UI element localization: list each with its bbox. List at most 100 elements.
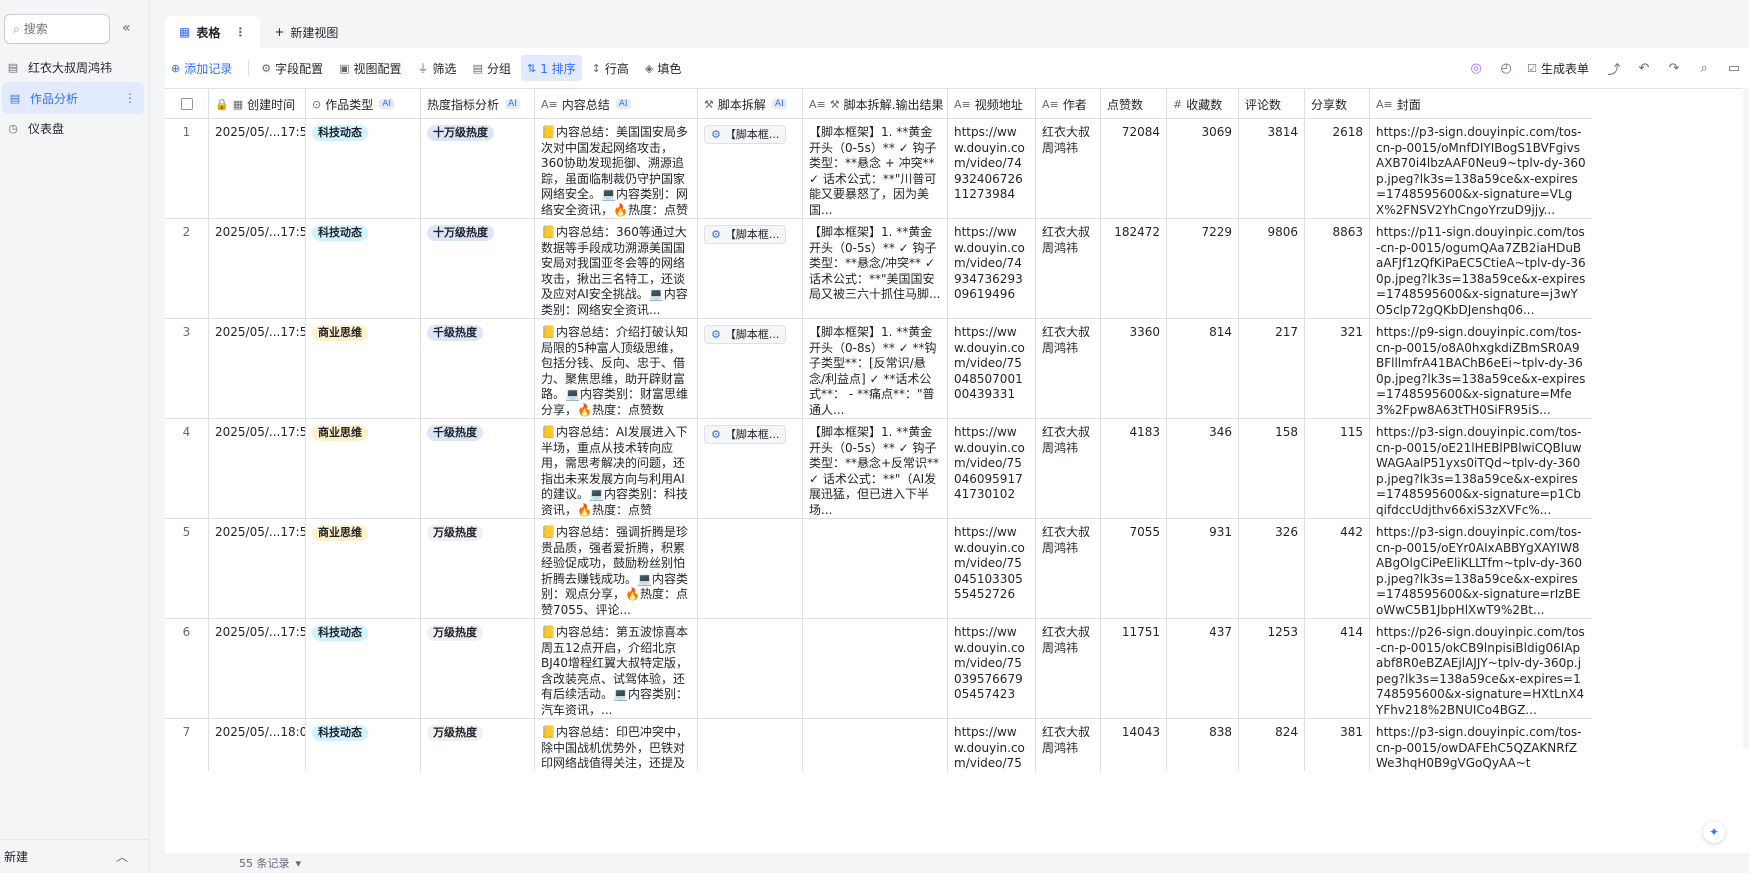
cell-summary[interactable]: 📒内容总结：强调折腾是珍贵品质，强者爱折腾，积累经验促成功，鼓励粉丝别怕折腾去赚…: [535, 519, 698, 619]
chevron-down-icon[interactable]: ▾: [296, 857, 302, 870]
column-fav[interactable]: # 收藏数: [1167, 89, 1239, 119]
cell-cover[interactable]: https://p3-sign.douyinpic.com/tos-cn-p-0…: [1370, 419, 1592, 519]
cell-cover[interactable]: https://p9-sign.douyinpic.com/tos-cn-p-0…: [1370, 319, 1592, 419]
cell-type[interactable]: 科技动态: [306, 219, 421, 319]
cell-url[interactable]: https://www.douyin.com/video/75039576679…: [948, 619, 1036, 719]
cell-script[interactable]: ⚙ 【脚本框...: [698, 319, 803, 419]
row-index[interactable]: 6: [165, 619, 209, 719]
cell-shares[interactable]: 115: [1305, 419, 1370, 519]
select-all-checkbox[interactable]: [165, 89, 209, 119]
cell-summary[interactable]: 📒内容总结：美国国安局多次对中国发起网络攻击，360协助发现扼御、溯源追踪，虽面…: [535, 119, 698, 219]
cell-script[interactable]: ⚙ 【脚本框...: [698, 119, 803, 219]
cell-author[interactable]: 红衣大叔周鸿祎: [1036, 319, 1101, 419]
cell-script-output[interactable]: 【脚本框架】1. **黄金开头（0-5s）** ✓ 钩子类型：**悬念 + 冲突…: [803, 119, 948, 219]
sidebar-item-honghy[interactable]: ▤ 红衣大叔周鸿祎: [0, 51, 142, 83]
cell-created[interactable]: 2025/05/...18:00: [209, 719, 306, 771]
field-config-button[interactable]: ⚙ 字段配置: [255, 55, 329, 81]
row-index[interactable]: 5: [165, 519, 209, 619]
column-heat[interactable]: 热度指标分析 AI: [421, 89, 535, 119]
cell-cover[interactable]: https://p3-sign.douyinpic.com/tos-cn-p-0…: [1370, 519, 1592, 619]
cell-author[interactable]: 红衣大叔周鸿祎: [1036, 119, 1101, 219]
row-height-button[interactable]: ↕ 行高: [586, 55, 635, 81]
script-chip[interactable]: ⚙ 【脚本框...: [704, 325, 787, 344]
cell-created[interactable]: 2025/05/...17:58: [209, 219, 306, 319]
cell-type[interactable]: 科技动态: [306, 119, 421, 219]
table-row[interactable]: 5 2025/05/...17:59 商业思维 万级热度 📒内容总结：强调折腾是珍贵品质…: [165, 519, 1592, 619]
cell-fav[interactable]: 814: [1167, 319, 1239, 419]
sort-button[interactable]: ⇅ 1 排序: [520, 55, 582, 81]
cell-author[interactable]: 红衣大叔周鸿祎: [1036, 519, 1101, 619]
cell-heat[interactable]: 十万级热度: [421, 219, 535, 319]
cell-url[interactable]: https://www.douyin.com/video/75038970: [948, 719, 1036, 771]
script-chip[interactable]: ⚙ 【脚本框...: [704, 425, 787, 444]
search-box[interactable]: ⌕: [4, 14, 110, 44]
sidebar-item-works-analysis[interactable]: ▤ 作品分析 ⋮: [2, 82, 144, 114]
group-button[interactable]: ▤ 分组: [467, 55, 517, 81]
find-icon[interactable]: ⌕: [1689, 61, 1719, 76]
cell-cover[interactable]: https://p3-sign.douyinpic.com/tos-cn-p-0…: [1370, 119, 1592, 219]
cell-shares[interactable]: 442: [1305, 519, 1370, 619]
cell-fav[interactable]: 346: [1167, 419, 1239, 519]
cell-heat[interactable]: 千级热度: [421, 319, 535, 419]
cell-cover[interactable]: https://p3-sign.douyinpic.com/tos-cn-p-0…: [1370, 719, 1592, 771]
cell-author[interactable]: 红衣大叔周鸿祎: [1036, 719, 1101, 771]
filter-button[interactable]: ⏚ 筛选: [412, 55, 463, 81]
cell-comments[interactable]: 824: [1239, 719, 1305, 771]
new-button[interactable]: 新建 ︿: [0, 839, 150, 873]
cell-summary[interactable]: 📒内容总结：360等通过大数据等手段成功溯源美国国安局对我国亚冬会等的网络攻击，…: [535, 219, 698, 319]
cell-likes[interactable]: 7055: [1101, 519, 1167, 619]
cell-comments[interactable]: 1253: [1239, 619, 1305, 719]
cell-cover[interactable]: https://p11-sign.douyinpic.com/tos-cn-p-…: [1370, 219, 1592, 319]
row-index[interactable]: 4: [165, 419, 209, 519]
cell-shares[interactable]: 8863: [1305, 219, 1370, 319]
cell-shares[interactable]: 414: [1305, 619, 1370, 719]
table-row[interactable]: 6 2025/05/...17:59 科技动态 万级热度 📒内容总结：第五波惊喜本周五1…: [165, 619, 1592, 719]
view-config-button[interactable]: ▣ 视图配置: [333, 55, 407, 81]
cell-url[interactable]: https://www.douyin.com/video/75048507001…: [948, 319, 1036, 419]
cell-created[interactable]: 2025/05/...17:58: [209, 119, 306, 219]
column-likes[interactable]: 点赞数: [1101, 89, 1167, 119]
cell-author[interactable]: 红衣大叔周鸿祎: [1036, 219, 1101, 319]
cell-script-output[interactable]: 【脚本框架】1. **黄金开头（0-8s）** ✓ **钩子类型**：[反常识/…: [803, 319, 948, 419]
cell-likes[interactable]: 182472: [1101, 219, 1167, 319]
column-url[interactable]: A≡ 视频地址: [948, 89, 1036, 119]
cell-url[interactable]: https://www.douyin.com/video/74932406726…: [948, 119, 1036, 219]
vertical-scrollbar[interactable]: [1743, 88, 1749, 748]
cell-created[interactable]: 2025/05/...17:59: [209, 519, 306, 619]
cell-likes[interactable]: 4183: [1101, 419, 1167, 519]
table-row[interactable]: 7 2025/05/...18:00 科技动态 万级热度 📒内容总结：印巴冲突中，除中国…: [165, 719, 1592, 771]
cell-script-output[interactable]: [803, 719, 948, 771]
cell-created[interactable]: 2025/05/...17:59: [209, 619, 306, 719]
cell-url[interactable]: https://www.douyin.com/video/75046095917…: [948, 419, 1036, 519]
new-view-button[interactable]: + 新建视图: [260, 16, 352, 48]
cell-heat[interactable]: 万级热度: [421, 519, 535, 619]
undo-icon[interactable]: ↶: [1629, 61, 1659, 76]
table-row[interactable]: 1 2025/05/...17:58 科技动态 十万级热度 📒内容总结：美国国安局多次对…: [165, 119, 1592, 219]
cell-type[interactable]: 科技动态: [306, 719, 421, 771]
cell-heat[interactable]: 万级热度: [421, 619, 535, 719]
share-icon[interactable]: ⤴: [1599, 59, 1629, 78]
table-row[interactable]: 4 2025/05/...17:59 商业思维 千级热度 📒内容总结：AI发展进入下半场…: [165, 419, 1592, 519]
cell-author[interactable]: 红衣大叔周鸿祎: [1036, 619, 1101, 719]
sidebar-item-dashboard[interactable]: ◷ 仪表盘: [0, 112, 142, 144]
ai-assistant-icon[interactable]: ◎: [1461, 61, 1491, 76]
cell-fav[interactable]: 7229: [1167, 219, 1239, 319]
column-comments[interactable]: 评论数: [1239, 89, 1305, 119]
cell-comments[interactable]: 326: [1239, 519, 1305, 619]
collapse-sidebar-icon[interactable]: «: [122, 20, 131, 36]
cell-fav[interactable]: 437: [1167, 619, 1239, 719]
cell-comments[interactable]: 3814: [1239, 119, 1305, 219]
ai-sparkle-icon[interactable]: ✦: [1703, 821, 1725, 843]
table-row[interactable]: 3 2025/05/...17:59 商业思维 千级热度 📒内容总结：介绍打破认知局限的…: [165, 319, 1592, 419]
generate-form-button[interactable]: ☑ 生成表单: [1521, 55, 1595, 81]
table-row[interactable]: 2 2025/05/...17:58 科技动态 十万级热度 📒内容总结：360等通过大数…: [165, 219, 1592, 319]
column-summary[interactable]: A≡ 内容总结 AI: [535, 89, 698, 119]
row-index[interactable]: 1: [165, 119, 209, 219]
search-input[interactable]: [23, 22, 94, 36]
script-chip[interactable]: ⚙ 【脚本框...: [704, 225, 787, 244]
cell-heat[interactable]: 千级热度: [421, 419, 535, 519]
row-index[interactable]: 7: [165, 719, 209, 771]
cell-type[interactable]: 科技动态: [306, 619, 421, 719]
cell-likes[interactable]: 3360: [1101, 319, 1167, 419]
cell-script-output[interactable]: 【脚本框架】1. **黄金开头（0-5s）** ✓ 钩子类型：**悬念/冲突**…: [803, 219, 948, 319]
